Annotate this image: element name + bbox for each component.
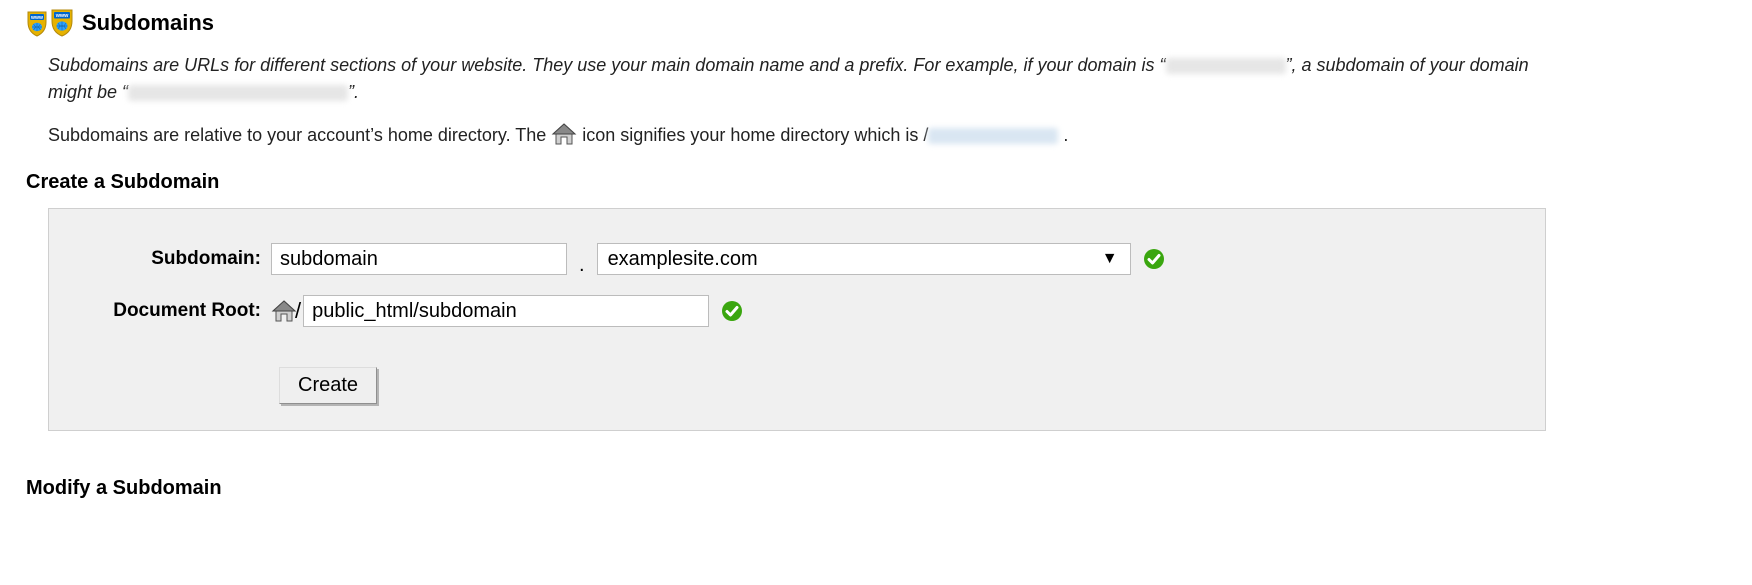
intro-text: ”. — [348, 82, 359, 102]
dot-separator: . — [567, 254, 597, 277]
chevron-down-icon: ▼ — [1102, 250, 1118, 268]
subdomain-label: Subdomain: — [69, 248, 271, 270]
check-icon — [721, 300, 743, 322]
button-row: Create — [279, 367, 1525, 404]
document-root-input[interactable] — [303, 295, 709, 327]
document-root-label: Document Root: — [69, 300, 271, 322]
home-icon — [271, 299, 297, 323]
intro-text: . — [1058, 125, 1068, 145]
subdomain-row: Subdomain: . examplesite.com ▼ — [69, 243, 1525, 275]
intro-paragraph-2: Subdomains are relative to your account’… — [48, 122, 1548, 149]
domain-selected-value: examplesite.com — [608, 248, 758, 271]
redacted-subdomain: xxxxxxxxxxxxxxx — [128, 85, 348, 101]
home-icon — [551, 122, 577, 146]
redacted-path: xxxxxxxx — [928, 128, 1058, 144]
intro-text: icon signifies your home directory which… — [582, 125, 928, 145]
modify-subdomain-heading: Modify a Subdomain — [26, 477, 1726, 500]
page-title: Subdomains — [82, 10, 214, 36]
create-button[interactable]: Create — [279, 367, 377, 404]
subdomains-icon: www www — [26, 8, 74, 38]
check-icon — [1143, 248, 1165, 270]
intro-text: Subdomains are URLs for different sectio… — [48, 55, 1166, 75]
create-subdomain-panel: Subdomain: . examplesite.com ▼ Document … — [48, 208, 1546, 431]
domain-select[interactable]: examplesite.com ▼ — [597, 243, 1131, 275]
document-root-row: Document Root: / — [69, 295, 1525, 327]
svg-text:www: www — [55, 13, 69, 19]
redacted-domain: xxxxxxxxx — [1166, 58, 1286, 74]
create-subdomain-heading: Create a Subdomain — [26, 171, 1726, 194]
page-header: www www Subdomains — [26, 8, 1726, 38]
home-prefix: / — [271, 298, 303, 324]
subdomain-input[interactable] — [271, 243, 567, 275]
intro-paragraph-1: Subdomains are URLs for different sectio… — [48, 52, 1548, 106]
svg-text:www: www — [30, 15, 43, 21]
intro-text: Subdomains are relative to your account’… — [48, 125, 551, 145]
